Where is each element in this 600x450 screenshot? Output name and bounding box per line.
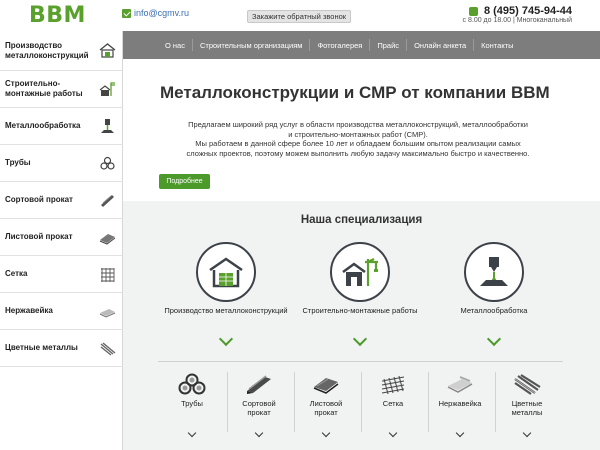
spec-card-label: Строительно-монтажные работы bbox=[302, 306, 418, 315]
laser-icon bbox=[464, 242, 524, 302]
product-label: Сетка bbox=[360, 399, 426, 409]
channel-icon bbox=[99, 192, 116, 209]
sidebar-item-label: Сетка bbox=[5, 269, 28, 278]
site-header: BBM info@cgmv.ru Закажите обратный звоно… bbox=[0, 0, 600, 31]
product-mesh[interactable]: Сетка bbox=[360, 372, 426, 409]
sidebar-item-sheet-metal[interactable]: Листовой прокат bbox=[0, 219, 122, 256]
more-button[interactable]: Подробнее bbox=[159, 174, 210, 189]
stainless-icon bbox=[99, 303, 116, 320]
chevron-down-icon[interactable] bbox=[455, 428, 465, 438]
product-label-line: Нержавейка bbox=[438, 399, 482, 408]
laser-icon bbox=[99, 118, 116, 135]
sidebar-item-label: Строительно-монтажные работы bbox=[5, 79, 83, 98]
nav-item-gallery[interactable]: Фотогалерея bbox=[309, 39, 369, 51]
nav-item-online-form[interactable]: Онлайн анкета bbox=[406, 39, 473, 51]
phone-icon bbox=[468, 6, 478, 16]
divider bbox=[158, 361, 563, 362]
phone-text[interactable]: 8 (495) 745-94-44 bbox=[484, 5, 572, 17]
sidebar-item-label: Цветные металлы bbox=[5, 343, 78, 352]
product-label: Сортовой прокат bbox=[226, 399, 292, 417]
sidebar-menu: Производство металлоконструкций Строител… bbox=[0, 31, 123, 450]
stainless-icon bbox=[445, 372, 475, 396]
sidebar-item-label: Нержавейка bbox=[5, 306, 53, 315]
sidebar-item-label: Производство металлоконструкций bbox=[5, 40, 89, 60]
sidebar-item-metalworking[interactable]: Металлообработка bbox=[0, 108, 122, 145]
product-label: Листовой прокат bbox=[293, 399, 359, 417]
hero-text-line: Мы работаем в данной сфере более 10 лет … bbox=[195, 139, 521, 148]
phone-number[interactable]: 8 (495) 745-94-44 bbox=[468, 5, 572, 17]
spec-card-construction[interactable]: Строительно-монтажные работы bbox=[285, 242, 435, 315]
chevron-down-icon[interactable] bbox=[486, 331, 502, 347]
product-label: Трубы bbox=[159, 399, 225, 409]
hero-text-line: Предлагаем широкий ряд услуг в области п… bbox=[188, 120, 528, 129]
spec-card-label: Производство металлоконструкций bbox=[164, 306, 288, 315]
nav-item-builders[interactable]: Строительным организациям bbox=[191, 39, 309, 51]
sidebar-item-stainless[interactable]: Нержавейка bbox=[0, 293, 122, 330]
product-label-line: прокат bbox=[247, 407, 271, 417]
product-label-line: Сетка bbox=[382, 399, 404, 408]
sidebar-item-label: Листовой прокат bbox=[5, 232, 73, 241]
sidebar-item-pipes[interactable]: Трубы bbox=[0, 145, 122, 182]
section-title: Наша специализация bbox=[300, 214, 423, 226]
crane-icon bbox=[99, 81, 116, 98]
sidebar-item-mesh[interactable]: Сетка bbox=[0, 256, 122, 293]
working-hours: с 8.00 до 18.00 | Многоканальный bbox=[462, 17, 572, 24]
rods-icon bbox=[512, 372, 542, 396]
product-long-products[interactable]: Сортовой прокат bbox=[226, 372, 292, 417]
nav-item-about[interactable]: О нас bbox=[158, 39, 192, 51]
sidebar-item-non-ferrous[interactable]: Цветные металлы bbox=[0, 330, 122, 367]
sheet-icon bbox=[311, 372, 341, 396]
product-label-line: металлы bbox=[511, 407, 543, 417]
mesh-icon bbox=[378, 372, 408, 396]
sidebar-item-label: Трубы bbox=[5, 158, 31, 167]
sidebar-item-label: Металлообработка bbox=[5, 121, 81, 130]
hero-title: Металлоконструкции и СМР от компании BBM bbox=[160, 83, 550, 102]
spec-card-metal-structures[interactable]: Производство металлоконструкций bbox=[151, 242, 301, 315]
crane-icon bbox=[330, 242, 390, 302]
product-label-line: прокат bbox=[314, 407, 338, 417]
hero-section: Металлоконструкции и СМР от компании BBM… bbox=[123, 59, 600, 201]
specialization-section: Наша специализация Производство металлок… bbox=[123, 201, 600, 450]
chevron-down-icon[interactable] bbox=[522, 428, 532, 438]
pipes-icon bbox=[177, 372, 207, 396]
mail-icon bbox=[122, 8, 131, 18]
callback-button[interactable]: Закажите обратный звонок bbox=[247, 10, 351, 23]
product-non-ferrous[interactable]: Цветные металлы bbox=[494, 372, 560, 417]
top-navigation: О нас Строительным организациям Фотогале… bbox=[123, 31, 600, 59]
product-sheet-metal[interactable]: Листовой прокат bbox=[293, 372, 359, 417]
sidebar-item-label: Сортовой прокат bbox=[5, 195, 73, 204]
spec-card-metalworking[interactable]: Металлообработка bbox=[419, 242, 569, 315]
sidebar-item-metal-structures[interactable]: Производство металлоконструкций bbox=[0, 31, 122, 71]
hero-text-line: и строительно-монтажных работ (СМР). bbox=[288, 129, 428, 139]
chevron-down-icon[interactable] bbox=[187, 428, 197, 438]
sidebar-item-construction[interactable]: Строительно-монтажные работы bbox=[0, 71, 122, 108]
chevron-down-icon[interactable] bbox=[388, 428, 398, 438]
chevron-down-icon[interactable] bbox=[352, 331, 368, 347]
warehouse-icon bbox=[99, 42, 116, 59]
hero-description: Предлагаем широкий ряд услуг в области п… bbox=[153, 120, 563, 158]
email-link[interactable]: info@cgmv.ru bbox=[122, 8, 189, 18]
product-label-line: Трубы bbox=[181, 399, 203, 408]
product-pipes[interactable]: Трубы bbox=[159, 372, 225, 409]
chevron-down-icon[interactable] bbox=[254, 428, 264, 438]
chevron-down-icon[interactable] bbox=[321, 428, 331, 438]
hero-text-line: сложных проектов, поэтому можем выполнит… bbox=[186, 148, 530, 158]
nav-item-price[interactable]: Прайс bbox=[369, 39, 406, 51]
sidebar-item-long-products[interactable]: Сортовой прокат bbox=[0, 182, 122, 219]
rods-icon bbox=[99, 340, 116, 357]
pipes-icon bbox=[99, 155, 116, 172]
product-stainless[interactable]: Нержавейка bbox=[427, 372, 493, 409]
mesh-icon bbox=[99, 266, 116, 283]
warehouse-icon bbox=[196, 242, 256, 302]
channel-icon bbox=[244, 372, 274, 396]
spec-card-label: Металлообработка bbox=[460, 306, 528, 315]
chevron-down-icon[interactable] bbox=[218, 331, 234, 347]
sheet-icon bbox=[99, 229, 116, 246]
product-label: Нержавейка bbox=[427, 399, 493, 409]
nav-item-contacts[interactable]: Контакты bbox=[473, 39, 520, 51]
logo[interactable]: BBM bbox=[29, 3, 86, 28]
email-text[interactable]: info@cgmv.ru bbox=[134, 8, 189, 18]
product-label: Цветные металлы bbox=[494, 399, 560, 417]
